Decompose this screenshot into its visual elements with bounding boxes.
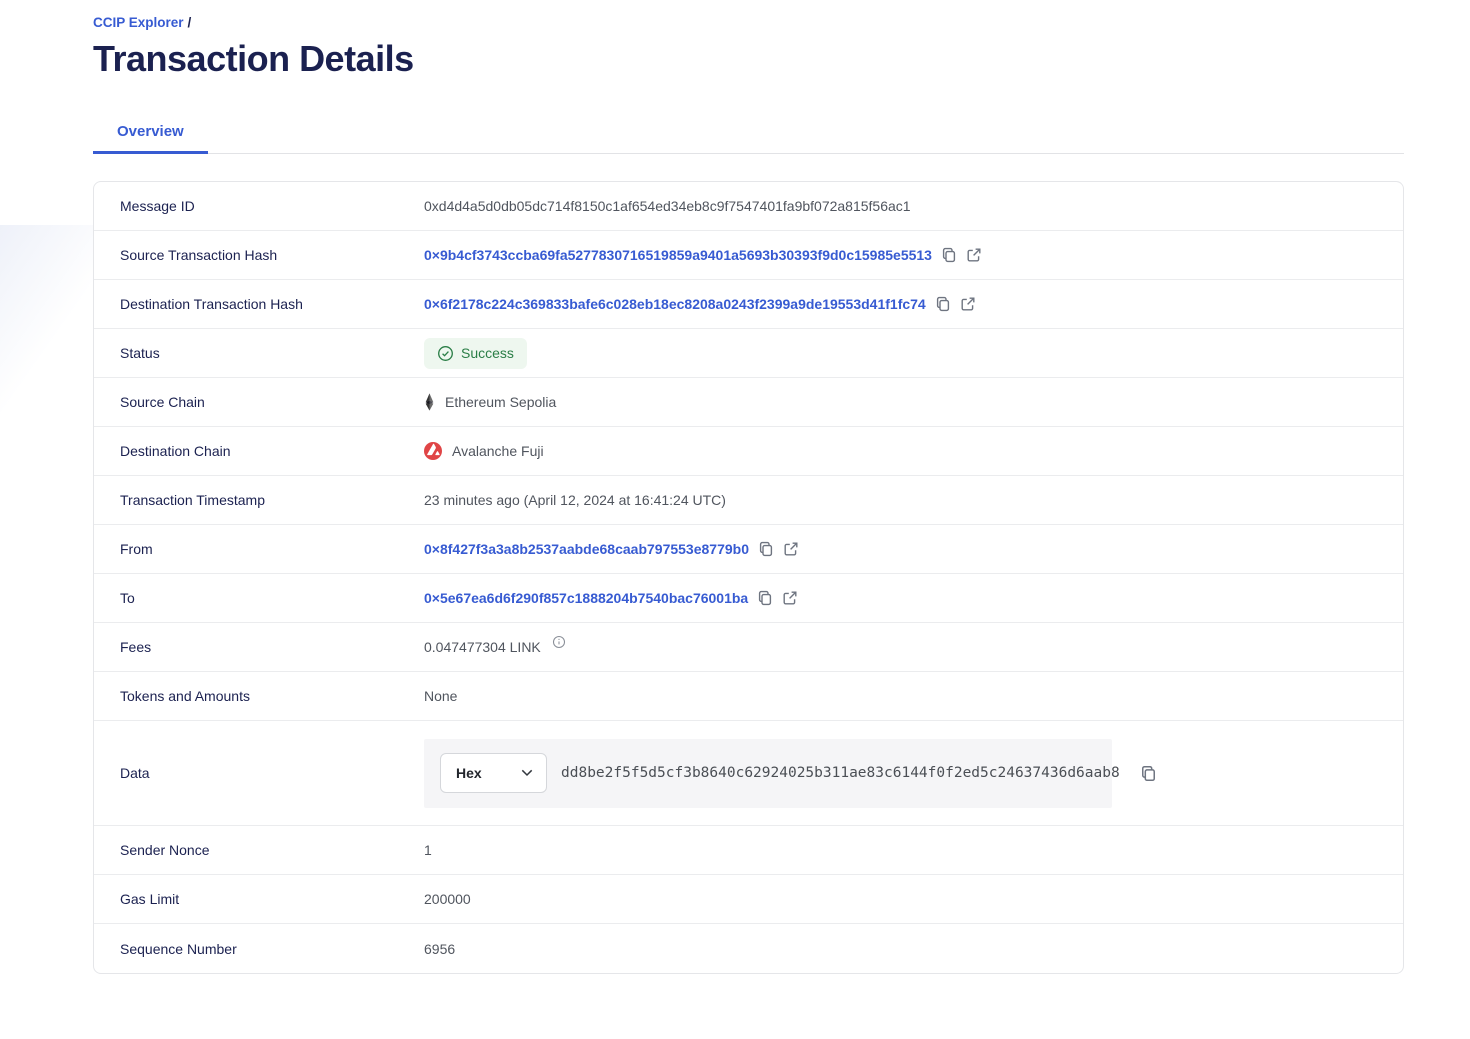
gas-limit-text: 200000 bbox=[424, 891, 471, 907]
destination-tx-hash-link[interactable]: 0×6f2178c224c369833bafe6c028eb18ec8208a0… bbox=[424, 296, 926, 312]
row-label: Destination Chain bbox=[94, 443, 424, 459]
status-text: Success bbox=[461, 345, 514, 361]
transaction-details-table: Message ID 0xd4d4a5d0db05dc714f8150c1af6… bbox=[93, 181, 1404, 974]
external-link-icon[interactable] bbox=[960, 296, 976, 312]
table-row-sender-nonce: Sender Nonce 1 bbox=[94, 826, 1403, 875]
source-chain-value: Ethereum Sepolia bbox=[424, 393, 556, 411]
data-hex-value: dd8be2f5f5d5cf3b8640c62924025b311ae83c61… bbox=[561, 765, 1120, 781]
page-title: Transaction Details bbox=[93, 37, 1404, 81]
copy-icon[interactable] bbox=[935, 296, 951, 312]
sender-nonce-text: 1 bbox=[424, 842, 432, 858]
message-id-text: 0xd4d4a5d0db05dc714f8150c1af654ed34eb8c9… bbox=[424, 198, 911, 214]
data-hex-container: Hex dd8be2f5f5d5cf3b8640c62924025b311ae8… bbox=[424, 739, 1112, 808]
breadcrumb: CCIP Explorer / bbox=[93, 0, 1404, 31]
row-label: Data bbox=[94, 765, 424, 781]
row-label: Fees bbox=[94, 639, 424, 655]
ethereum-icon bbox=[424, 393, 435, 411]
table-row-tokens-and-amounts: Tokens and Amounts None bbox=[94, 672, 1403, 721]
breadcrumb-separator: / bbox=[188, 15, 192, 30]
from-address-link[interactable]: 0×8f427f3a3a8b2537aabde68caab797553e8779… bbox=[424, 541, 749, 557]
table-row-destination-tx-hash: Destination Transaction Hash 0×6f2178c22… bbox=[94, 280, 1403, 329]
info-icon[interactable] bbox=[552, 635, 566, 649]
fees-text: 0.047477304 LINK bbox=[424, 639, 541, 655]
avalanche-icon bbox=[424, 442, 442, 460]
row-label: From bbox=[94, 541, 424, 557]
row-label: Sender Nonce bbox=[94, 842, 424, 858]
table-row-fees: Fees 0.047477304 LINK bbox=[94, 623, 1403, 672]
breadcrumb-ccip-explorer-link[interactable]: CCIP Explorer bbox=[93, 15, 184, 30]
tokens-and-amounts-text: None bbox=[424, 688, 457, 704]
row-label: Status bbox=[94, 345, 424, 361]
transaction-timestamp-text: 23 minutes ago (April 12, 2024 at 16:41:… bbox=[424, 492, 726, 508]
tab-overview[interactable]: Overview bbox=[93, 114, 208, 153]
row-label: To bbox=[94, 590, 424, 606]
table-row-source-chain: Source Chain Ethereum Sepolia bbox=[94, 378, 1403, 427]
row-label: Message ID bbox=[94, 198, 424, 214]
to-address-link[interactable]: 0×5e67ea6d6f290f857c1888204b7540bac76001… bbox=[424, 590, 748, 606]
row-label: Gas Limit bbox=[94, 891, 424, 907]
table-row-destination-chain: Destination Chain Avalanche Fuji bbox=[94, 427, 1403, 476]
data-encoding-selected-value: Hex bbox=[456, 765, 482, 781]
source-tx-hash-link[interactable]: 0×9b4cf3743ccba69fa5277830716519859a9401… bbox=[424, 247, 932, 263]
status-badge: Success bbox=[424, 338, 527, 369]
destination-chain-value: Avalanche Fuji bbox=[424, 442, 544, 460]
external-link-icon[interactable] bbox=[783, 541, 799, 557]
background-gradient-decoration bbox=[0, 225, 95, 440]
table-row-status: Status Success bbox=[94, 329, 1403, 378]
check-circle-icon bbox=[437, 345, 454, 362]
copy-icon[interactable] bbox=[758, 541, 774, 557]
table-row-transaction-timestamp: Transaction Timestamp 23 minutes ago (Ap… bbox=[94, 476, 1403, 525]
page-content: CCIP Explorer / Transaction Details Overv… bbox=[93, 0, 1404, 974]
row-label: Destination Transaction Hash bbox=[94, 296, 424, 312]
row-label: Sequence Number bbox=[94, 941, 424, 957]
table-row-sequence-number: Sequence Number 6956 bbox=[94, 924, 1403, 973]
table-row-data: Data Hex dd8be2f5f5d5cf3b8640c62924025b3… bbox=[94, 721, 1403, 826]
copy-icon[interactable] bbox=[941, 247, 957, 263]
source-chain-name: Ethereum Sepolia bbox=[445, 394, 556, 410]
row-label: Tokens and Amounts bbox=[94, 688, 424, 704]
table-row-to: To 0×5e67ea6d6f290f857c1888204b7540bac76… bbox=[94, 574, 1403, 623]
row-label: Source Chain bbox=[94, 394, 424, 410]
copy-icon[interactable] bbox=[1140, 765, 1157, 782]
external-link-icon[interactable] bbox=[782, 590, 798, 606]
table-row-source-tx-hash: Source Transaction Hash 0×9b4cf3743ccba6… bbox=[94, 231, 1403, 280]
row-label: Source Transaction Hash bbox=[94, 247, 424, 263]
row-label: Transaction Timestamp bbox=[94, 492, 424, 508]
data-encoding-select[interactable]: Hex bbox=[440, 753, 547, 793]
external-link-icon[interactable] bbox=[966, 247, 982, 263]
table-row-from: From 0×8f427f3a3a8b2537aabde68caab797553… bbox=[94, 525, 1403, 574]
tab-bar: Overview bbox=[93, 114, 1404, 154]
chevron-down-icon bbox=[521, 769, 533, 777]
sequence-number-text: 6956 bbox=[424, 941, 455, 957]
table-row-message-id: Message ID 0xd4d4a5d0db05dc714f8150c1af6… bbox=[94, 182, 1403, 231]
destination-chain-name: Avalanche Fuji bbox=[452, 443, 544, 459]
copy-icon[interactable] bbox=[757, 590, 773, 606]
message-id-value: 0xd4d4a5d0db05dc714f8150c1af654ed34eb8c9… bbox=[424, 198, 911, 214]
table-row-gas-limit: Gas Limit 200000 bbox=[94, 875, 1403, 924]
